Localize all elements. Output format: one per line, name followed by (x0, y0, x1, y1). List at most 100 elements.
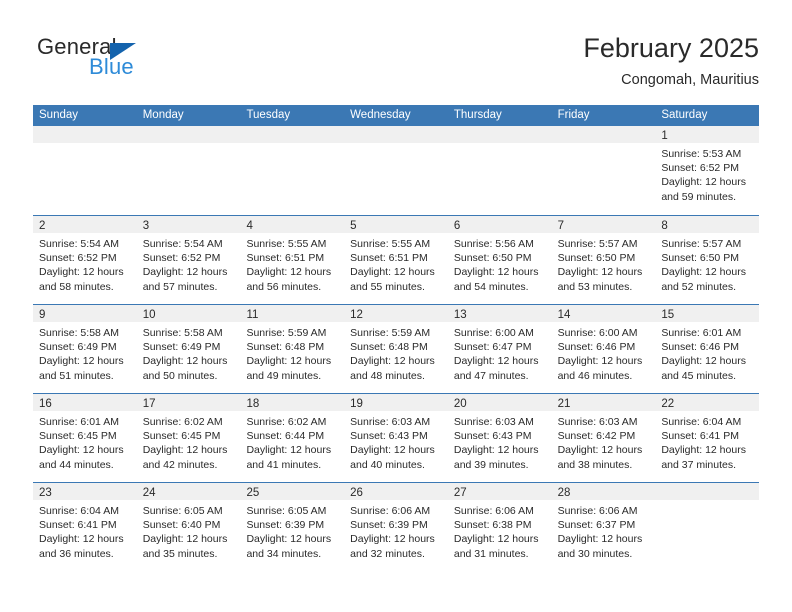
day-cell[interactable]: 3 Sunrise: 5:54 AM Sunset: 6:52 PM Dayli… (136, 216, 241, 304)
day-number: 26 (350, 487, 363, 499)
daylight-text-line2: and 38 minutes. (557, 458, 633, 471)
page-title: February 2025 (583, 33, 759, 63)
daylight-text-line2: and 54 minutes. (453, 280, 529, 293)
daylight-text-line1: Daylight: 12 hours (350, 444, 435, 457)
daylight-text-line2: and 44 minutes. (39, 458, 114, 471)
day-cell[interactable]: 6 Sunrise: 5:56 AM Sunset: 6:50 PM Dayli… (447, 216, 552, 304)
day-details: Sunrise: 6:04 AM Sunset: 6:41 PM Dayligh… (33, 500, 137, 561)
day-cell[interactable]: 8 Sunrise: 5:57 AM Sunset: 6:50 PM Dayli… (655, 216, 760, 304)
daylight-text-line1: Daylight: 12 hours (557, 533, 643, 546)
day-cell[interactable] (344, 126, 448, 215)
sunrise-text: Sunrise: 6:03 AM (453, 416, 534, 428)
weekday-header-thursday: Thursday (453, 109, 502, 121)
sunrise-text: Sunrise: 6:02 AM (142, 416, 223, 428)
daylight-text-line1: Daylight: 12 hours (142, 266, 228, 279)
day-number: 23 (39, 487, 52, 499)
day-cell[interactable]: 26 Sunrise: 6:06 AM Sunset: 6:39 PM Dayl… (344, 483, 448, 571)
daylight-text-line2: and 56 minutes. (246, 280, 322, 293)
day-details: Sunrise: 6:03 AM Sunset: 6:43 PM Dayligh… (448, 411, 552, 472)
day-number: 28 (557, 487, 571, 499)
day-details: Sunrise: 6:03 AM Sunset: 6:43 PM Dayligh… (344, 411, 448, 472)
sunrise-text: Sunrise: 6:06 AM (350, 505, 431, 517)
day-cell[interactable] (136, 126, 241, 215)
weekday-header-friday: Friday (557, 109, 590, 121)
day-details: Sunrise: 5:57 AM Sunset: 6:50 PM Dayligh… (655, 233, 759, 294)
day-details: Sunrise: 6:01 AM Sunset: 6:46 PM Dayligh… (655, 322, 759, 383)
day-cell[interactable]: 10 Sunrise: 5:58 AM Sunset: 6:49 PM Dayl… (136, 305, 241, 393)
general-blue-logo[interactable]: General Blue (33, 32, 233, 88)
daylight-text-line2: and 41 minutes. (246, 458, 322, 471)
day-details: Sunrise: 6:05 AM Sunset: 6:40 PM Dayligh… (137, 500, 241, 561)
day-number: 21 (557, 398, 571, 410)
day-cell[interactable]: 7 Sunrise: 5:57 AM Sunset: 6:50 PM Dayli… (551, 216, 656, 304)
week-row: 1 Sunrise: 5:53 AM Sunset: 6:52 PM Dayli… (33, 126, 760, 215)
sunset-text: Sunset: 6:41 PM (661, 430, 739, 443)
day-cell[interactable]: 16 Sunrise: 6:01 AM Sunset: 6:45 PM Dayl… (33, 394, 137, 482)
daylight-text-line1: Daylight: 12 hours (350, 355, 435, 368)
day-number: 11 (246, 309, 259, 321)
day-number: 4 (246, 220, 253, 232)
day-number: 18 (246, 398, 260, 410)
sunset-text: Sunset: 6:49 PM (142, 341, 221, 354)
day-cell[interactable]: 17 Sunrise: 6:02 AM Sunset: 6:45 PM Dayl… (136, 394, 241, 482)
daylight-text-line1: Daylight: 12 hours (453, 266, 539, 279)
day-cell[interactable]: 23 Sunrise: 6:04 AM Sunset: 6:41 PM Dayl… (33, 483, 137, 571)
sunrise-text: Sunrise: 5:53 AM (661, 148, 742, 160)
sunrise-text: Sunrise: 5:54 AM (39, 238, 119, 250)
day-details: Sunrise: 5:55 AM Sunset: 6:51 PM Dayligh… (240, 233, 344, 294)
weekday-header-saturday: Saturday (661, 109, 708, 121)
day-cell[interactable]: 19 Sunrise: 6:03 AM Sunset: 6:43 PM Dayl… (344, 394, 448, 482)
day-cell[interactable] (551, 126, 656, 215)
weekday-header-wednesday: Wednesday (350, 109, 411, 121)
weekday-header-monday: Monday (142, 109, 184, 121)
sunrise-text: Sunrise: 5:58 AM (39, 327, 119, 339)
day-cell[interactable]: 27 Sunrise: 6:06 AM Sunset: 6:38 PM Dayl… (447, 483, 552, 571)
day-cell[interactable]: 20 Sunrise: 6:03 AM Sunset: 6:43 PM Dayl… (447, 394, 552, 482)
daylight-text-line2: and 47 minutes. (453, 369, 529, 382)
calendar-page: General Blue February 2025 Congomah, Mau… (0, 0, 792, 612)
sunrise-text: Sunrise: 5:59 AM (350, 327, 431, 339)
day-details: Sunrise: 6:00 AM Sunset: 6:46 PM Dayligh… (552, 322, 656, 383)
day-cell[interactable]: 22 Sunrise: 6:04 AM Sunset: 6:41 PM Dayl… (655, 394, 760, 482)
day-cell[interactable]: 12 Sunrise: 5:59 AM Sunset: 6:48 PM Dayl… (344, 305, 448, 393)
day-cell[interactable]: 13 Sunrise: 6:00 AM Sunset: 6:47 PM Dayl… (447, 305, 552, 393)
day-cell[interactable] (240, 126, 345, 215)
daylight-text-line1: Daylight: 12 hours (350, 533, 435, 546)
day-cell[interactable]: 15 Sunrise: 6:01 AM Sunset: 6:46 PM Dayl… (655, 305, 760, 393)
day-cell[interactable]: 14 Sunrise: 6:00 AM Sunset: 6:46 PM Dayl… (551, 305, 656, 393)
sunset-text: Sunset: 6:51 PM (246, 252, 325, 265)
day-cell[interactable]: 28 Sunrise: 6:06 AM Sunset: 6:37 PM Dayl… (551, 483, 656, 571)
day-details: Sunrise: 6:01 AM Sunset: 6:45 PM Dayligh… (33, 411, 137, 472)
daylight-text-line1: Daylight: 12 hours (661, 176, 746, 189)
day-cell[interactable]: 21 Sunrise: 6:03 AM Sunset: 6:42 PM Dayl… (551, 394, 656, 482)
day-details (33, 143, 137, 147)
daylight-text-line2: and 37 minutes. (661, 458, 737, 471)
day-number: 24 (142, 487, 156, 499)
daylight-text-line2: and 34 minutes. (246, 547, 322, 560)
day-cell[interactable]: 24 Sunrise: 6:05 AM Sunset: 6:40 PM Dayl… (136, 483, 241, 571)
day-cell[interactable] (655, 483, 760, 571)
day-cell[interactable]: 1 Sunrise: 5:53 AM Sunset: 6:52 PM Dayli… (655, 126, 760, 215)
day-details (655, 500, 759, 504)
sunrise-text: Sunrise: 6:00 AM (453, 327, 534, 339)
day-cell[interactable]: 9 Sunrise: 5:58 AM Sunset: 6:49 PM Dayli… (33, 305, 137, 393)
daylight-text-line1: Daylight: 12 hours (557, 355, 643, 368)
daylight-text-line1: Daylight: 12 hours (557, 444, 643, 457)
day-details: Sunrise: 6:02 AM Sunset: 6:45 PM Dayligh… (137, 411, 241, 472)
day-details: Sunrise: 5:54 AM Sunset: 6:52 PM Dayligh… (33, 233, 137, 294)
daylight-text-line1: Daylight: 12 hours (661, 444, 746, 457)
day-cell[interactable]: 18 Sunrise: 6:02 AM Sunset: 6:44 PM Dayl… (240, 394, 345, 482)
day-cell[interactable]: 11 Sunrise: 5:59 AM Sunset: 6:48 PM Dayl… (240, 305, 345, 393)
day-cell[interactable]: 4 Sunrise: 5:55 AM Sunset: 6:51 PM Dayli… (240, 216, 345, 304)
daylight-text-line2: and 39 minutes. (453, 458, 529, 471)
day-number (240, 130, 246, 142)
daylight-text-line1: Daylight: 12 hours (557, 266, 643, 279)
day-cell[interactable] (447, 126, 552, 215)
day-cell[interactable]: 5 Sunrise: 5:55 AM Sunset: 6:51 PM Dayli… (344, 216, 448, 304)
sunset-text: Sunset: 6:50 PM (557, 252, 636, 265)
day-cell[interactable]: 25 Sunrise: 6:05 AM Sunset: 6:39 PM Dayl… (240, 483, 345, 571)
day-cell[interactable]: 2 Sunrise: 5:54 AM Sunset: 6:52 PM Dayli… (33, 216, 137, 304)
day-cell[interactable] (33, 126, 137, 215)
sunrise-text: Sunrise: 6:06 AM (453, 505, 534, 517)
daylight-text-line1: Daylight: 12 hours (39, 266, 124, 279)
